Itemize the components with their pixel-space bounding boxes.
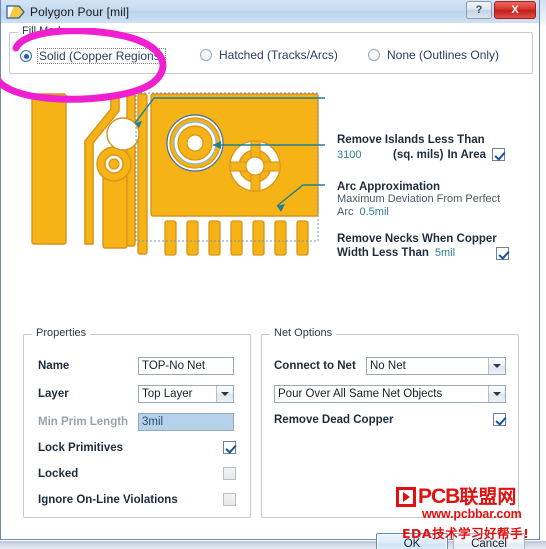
ok-button[interactable]: OK bbox=[376, 533, 448, 549]
lock-primitives-label: Lock Primitives bbox=[38, 441, 124, 454]
locked-checkbox[interactable] bbox=[223, 467, 236, 480]
min-prim-length-input: 3mil bbox=[138, 413, 234, 431]
row-pour-over: Pour Over All Same Net Objects bbox=[274, 385, 510, 403]
fill-mode-legend: Fill Mode bbox=[18, 25, 71, 37]
connect-to-net-label: Connect to Net bbox=[274, 360, 356, 372]
arc-approximation-label: Arc bbox=[337, 206, 354, 218]
row-ignore-violations[interactable]: Ignore On-Line Violations bbox=[38, 493, 236, 506]
polygon-pour-dialog: Polygon Pour [mil] ? X Fill Mode Solid (… bbox=[0, 0, 540, 549]
pour-over-value: Pour Over All Same Net Objects bbox=[278, 388, 443, 400]
row-locked[interactable]: Locked bbox=[38, 467, 236, 480]
remove-dead-copper-label: Remove Dead Copper bbox=[274, 413, 394, 426]
window-controls: ? X bbox=[466, 1, 536, 19]
net-options-legend: Net Options bbox=[270, 327, 337, 339]
radio-solid-copper-regions[interactable]: Solid (Copper Regions) bbox=[20, 48, 166, 64]
locked-label: Locked bbox=[38, 467, 79, 480]
dialog-body: Fill Mode Solid (Copper Regions) Hatched… bbox=[1, 23, 539, 549]
fill-mode-group: Fill Mode Solid (Copper Regions) Hatched… bbox=[9, 25, 533, 74]
polygon-pour-icon bbox=[5, 3, 27, 21]
radio-label: None (Outlines Only) bbox=[387, 48, 500, 62]
chevron-down-icon[interactable] bbox=[488, 386, 505, 402]
chevron-down-icon[interactable] bbox=[488, 358, 505, 374]
min-prim-length-label: Min Prim Length bbox=[38, 416, 129, 428]
arc-approximation-heading: Arc Approximation bbox=[337, 181, 441, 193]
lock-primitives-checkbox[interactable] bbox=[223, 441, 236, 454]
ignore-violations-checkbox[interactable] bbox=[223, 493, 236, 506]
remove-islands-value[interactable]: 3100 bbox=[337, 149, 393, 161]
remove-islands-heading: Remove Islands Less Than bbox=[337, 134, 485, 146]
arc-approximation-value[interactable]: 0.5mil bbox=[360, 206, 389, 218]
layer-value: Top Layer bbox=[142, 388, 193, 400]
radio-none-outlines-only[interactable]: None (Outlines Only) bbox=[368, 48, 501, 62]
row-remove-dead-copper[interactable]: Remove Dead Copper bbox=[274, 413, 506, 426]
pcb-preview-illustration bbox=[15, 81, 325, 267]
chevron-down-icon[interactable] bbox=[216, 386, 233, 402]
radio-dot-icon bbox=[368, 49, 380, 61]
remove-necks-heading: Remove Necks When Copper bbox=[337, 233, 497, 245]
window-title: Polygon Pour [mil] bbox=[30, 4, 130, 19]
remove-islands-units: (sq. mils) bbox=[393, 148, 444, 161]
name-label: Name bbox=[38, 360, 70, 372]
help-button[interactable]: ? bbox=[466, 1, 492, 19]
cancel-button[interactable]: Cancel bbox=[453, 533, 525, 549]
row-lock-primitives[interactable]: Lock Primitives bbox=[38, 441, 236, 454]
remove-islands-suffix: In Area bbox=[447, 148, 487, 161]
pour-over-select[interactable]: Pour Over All Same Net Objects bbox=[274, 385, 506, 403]
connect-to-net-value: No Net bbox=[370, 360, 406, 372]
radio-label: Hatched (Tracks/Arcs) bbox=[219, 48, 338, 62]
remove-dead-copper-checkbox[interactable] bbox=[493, 413, 506, 426]
radio-dot-icon bbox=[200, 49, 212, 61]
row-name: Name TOP-No Net bbox=[38, 357, 238, 375]
annotation-arc-approximation: Arc Approximation Maximum Deviation From… bbox=[337, 181, 527, 218]
remove-necks-checkbox[interactable] bbox=[496, 246, 509, 260]
name-input[interactable]: TOP-No Net bbox=[138, 357, 234, 375]
remove-islands-checkbox[interactable] bbox=[492, 148, 506, 161]
radio-hatched-tracks-arcs[interactable]: Hatched (Tracks/Arcs) bbox=[200, 48, 340, 62]
screen: Polygon Pour [mil] ? X Fill Mode Solid (… bbox=[0, 0, 546, 549]
properties-group: Properties Name TOP-No Net Layer Top Lay… bbox=[23, 327, 251, 518]
arc-approximation-description: Maximum Deviation From Perfect bbox=[337, 193, 501, 205]
annotation-remove-islands: Remove Islands Less Than 3100 (sq. mils)… bbox=[337, 134, 527, 161]
layer-label: Layer bbox=[38, 388, 69, 400]
net-options-group: Net Options Connect to Net No Net Pour O… bbox=[261, 327, 519, 518]
annotation-remove-necks: Remove Necks When Copper Width Less Than… bbox=[337, 233, 527, 260]
row-layer: Layer Top Layer bbox=[38, 385, 238, 403]
remove-necks-value[interactable]: 5mil bbox=[435, 247, 455, 259]
layer-select[interactable]: Top Layer bbox=[138, 385, 234, 403]
ignore-violations-label: Ignore On-Line Violations bbox=[38, 493, 178, 506]
radio-dot-icon bbox=[20, 50, 32, 62]
remove-necks-label: Width Less Than bbox=[337, 247, 429, 259]
properties-legend: Properties bbox=[32, 327, 91, 339]
row-min-prim-length: Min Prim Length 3mil bbox=[38, 413, 238, 431]
connect-to-net-select[interactable]: No Net bbox=[366, 357, 506, 375]
close-button[interactable]: X bbox=[494, 1, 536, 19]
row-connect-to-net: Connect to Net No Net bbox=[274, 357, 510, 375]
title-bar[interactable]: Polygon Pour [mil] ? X bbox=[1, 0, 539, 24]
radio-label: Solid (Copper Regions) bbox=[37, 48, 166, 64]
